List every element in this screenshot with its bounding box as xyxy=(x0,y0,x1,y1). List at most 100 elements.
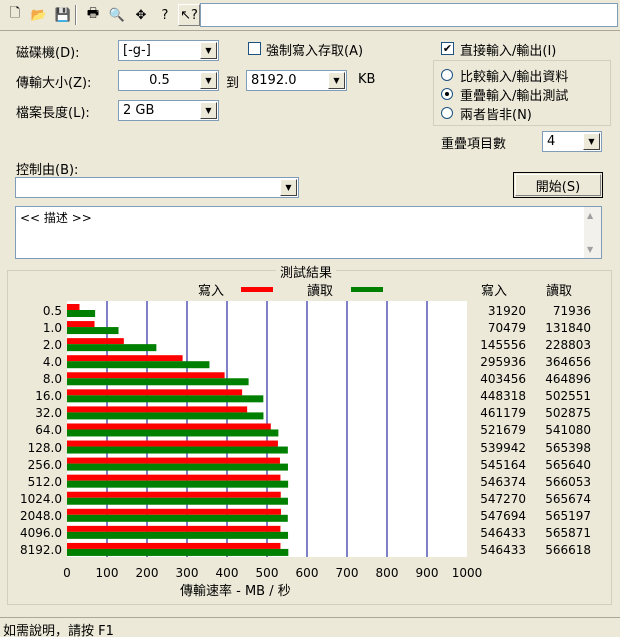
read-value: 364656 xyxy=(545,355,591,370)
y-tick-label: 1.0 xyxy=(42,321,62,336)
chevron-down-icon[interactable]: ▼ xyxy=(328,72,345,89)
bar-read-64.0 xyxy=(67,429,279,437)
bar-read-8192.0 xyxy=(67,548,289,556)
drive-label: 磁碟機(D): xyxy=(16,46,80,61)
direct-io-checkbox[interactable]: ✔ xyxy=(441,42,454,55)
legend-write-label: 寫入 xyxy=(198,284,225,299)
description-box[interactable]: << 描述 >> ▲ ▼ xyxy=(15,206,602,259)
write-value: 70479 xyxy=(487,321,526,336)
y-tick-label: 16.0 xyxy=(35,389,62,404)
write-value: 547694 xyxy=(480,508,526,523)
start-button[interactable]: 開始(S) xyxy=(513,172,603,198)
bar-write-8192.0 xyxy=(67,542,281,549)
file-length-select[interactable]: 2 GB ▼ xyxy=(118,100,219,121)
app-window: 🗋 📂 💾 🖶 🔍 ✥? ↖? 磁碟機(D): [-g-] ▼ 傳輸大小(Z): 0.5 ▼… xyxy=(0,0,620,639)
read-value: 131840 xyxy=(545,321,591,336)
chevron-down-icon[interactable]: ▼ xyxy=(280,179,297,196)
y-tick-label: 2.0 xyxy=(42,338,62,353)
transfer-to-select[interactable]: 8192.0 ▼ xyxy=(246,70,347,91)
x-tick-label: 900 xyxy=(415,566,439,580)
status-text: 如需說明，請按 F1 xyxy=(3,624,114,639)
transfer-unit: KB xyxy=(358,72,376,87)
bar-read-2.0 xyxy=(67,344,157,352)
column-read-header: 讀取 xyxy=(546,284,573,299)
radio-compare[interactable] xyxy=(441,69,453,81)
x-axis-label: 傳輸速率 - MB / 秒 xyxy=(180,584,291,599)
open-folder-icon[interactable]: 📂 xyxy=(28,4,50,26)
drive-select[interactable]: [-g-] ▼ xyxy=(118,40,219,61)
read-value: 464896 xyxy=(545,372,591,387)
bar-write-4096.0 xyxy=(67,525,281,532)
read-value: 541080 xyxy=(545,423,591,438)
x-tick-label: 800 xyxy=(375,566,399,580)
x-tick-label: 600 xyxy=(295,566,319,580)
bar-read-0.5 xyxy=(67,310,96,317)
direct-io-label[interactable]: 直接輸入/輸出(I) xyxy=(460,40,556,59)
write-value: 403456 xyxy=(480,372,526,387)
write-value: 295936 xyxy=(480,355,526,370)
y-tick-label: 128.0 xyxy=(27,440,62,455)
legend-read-label: 讀取 xyxy=(307,284,334,299)
y-tick-label: 1024.0 xyxy=(20,491,62,506)
context-help-icon[interactable]: ↖? xyxy=(178,4,200,26)
y-tick-label: 512.0 xyxy=(27,474,62,489)
queue-depth-label: 重疊項目數 xyxy=(441,137,507,152)
bar-write-2048.0 xyxy=(67,508,281,515)
chart-plot-area xyxy=(67,301,467,557)
x-tick-label: 100 xyxy=(95,566,119,580)
radio-neither-label[interactable]: 兩者皆非(N) xyxy=(460,104,532,123)
write-value: 546374 xyxy=(480,474,526,489)
print-icon[interactable]: 🖶 xyxy=(82,4,104,26)
new-file-icon[interactable]: 🗋 xyxy=(4,4,26,26)
x-tick-label: 400 xyxy=(215,566,239,580)
transfer-to-value: 8192.0 xyxy=(251,73,297,88)
move-icon[interactable]: ✥ xyxy=(130,4,152,26)
save-icon[interactable]: 💾 xyxy=(52,4,74,26)
radio-overlapped-label[interactable]: 重疊輸入/輸出測試 xyxy=(460,85,568,104)
chart-svg xyxy=(67,301,428,557)
force-write-checkbox[interactable] xyxy=(248,42,261,55)
force-write-label[interactable]: 強制寫入存取(A) xyxy=(266,40,363,59)
print-preview-icon[interactable]: 🔍 xyxy=(106,4,128,26)
bar-write-32.0 xyxy=(67,406,248,413)
chevron-down-icon[interactable]: ▼ xyxy=(200,42,217,59)
read-value: 566053 xyxy=(545,474,591,489)
write-value: 547270 xyxy=(480,491,526,506)
read-value: 502875 xyxy=(545,406,591,421)
bar-read-8.0 xyxy=(67,378,249,386)
toolbar-empty-area xyxy=(200,3,618,27)
bar-read-32.0 xyxy=(67,412,264,420)
control-select[interactable]: ▼ xyxy=(15,177,299,198)
transfer-from-select[interactable]: 0.5 ▼ xyxy=(118,70,219,91)
radio-compare-label[interactable]: 比較輸入/輸出資料 xyxy=(460,66,568,85)
x-tick-label: 0 xyxy=(63,566,71,580)
start-button-label: 開始(S) xyxy=(535,179,581,195)
y-tick-label: 0.5 xyxy=(42,304,62,318)
bar-read-256.0 xyxy=(67,463,288,471)
scroll-down-icon[interactable]: ▼ xyxy=(587,245,593,254)
y-tick-label: 2048.0 xyxy=(20,508,62,523)
read-value: 565674 xyxy=(545,491,591,506)
chevron-down-icon[interactable]: ▼ xyxy=(200,72,217,89)
queue-depth-select[interactable]: 4 ▼ xyxy=(542,131,602,152)
bar-write-1.0 xyxy=(67,321,95,328)
scroll-up-icon[interactable]: ▲ xyxy=(587,211,593,220)
transfer-size-label: 傳輸大小(Z): xyxy=(16,76,92,91)
bar-write-64.0 xyxy=(67,423,271,430)
file-length-value: 2 GB xyxy=(123,103,155,118)
chevron-down-icon[interactable]: ▼ xyxy=(200,102,217,119)
status-bar: 如需說明，請按 F1 xyxy=(0,617,620,639)
help-icon[interactable]: ? xyxy=(154,4,176,26)
write-value: 521679 xyxy=(480,423,526,438)
write-value: 31920 xyxy=(487,304,526,318)
radio-overlapped[interactable] xyxy=(441,88,453,100)
x-tick-label: 300 xyxy=(175,566,199,580)
description-scrollbar[interactable]: ▲ ▼ xyxy=(584,207,601,258)
bar-write-256.0 xyxy=(67,457,280,464)
radio-neither[interactable] xyxy=(441,107,453,119)
read-value: 71936 xyxy=(552,304,591,318)
write-value: 461179 xyxy=(480,406,526,421)
chevron-down-icon[interactable]: ▼ xyxy=(583,133,600,150)
queue-depth-value: 4 xyxy=(547,134,556,149)
x-tick-label: 1000 xyxy=(451,566,483,580)
